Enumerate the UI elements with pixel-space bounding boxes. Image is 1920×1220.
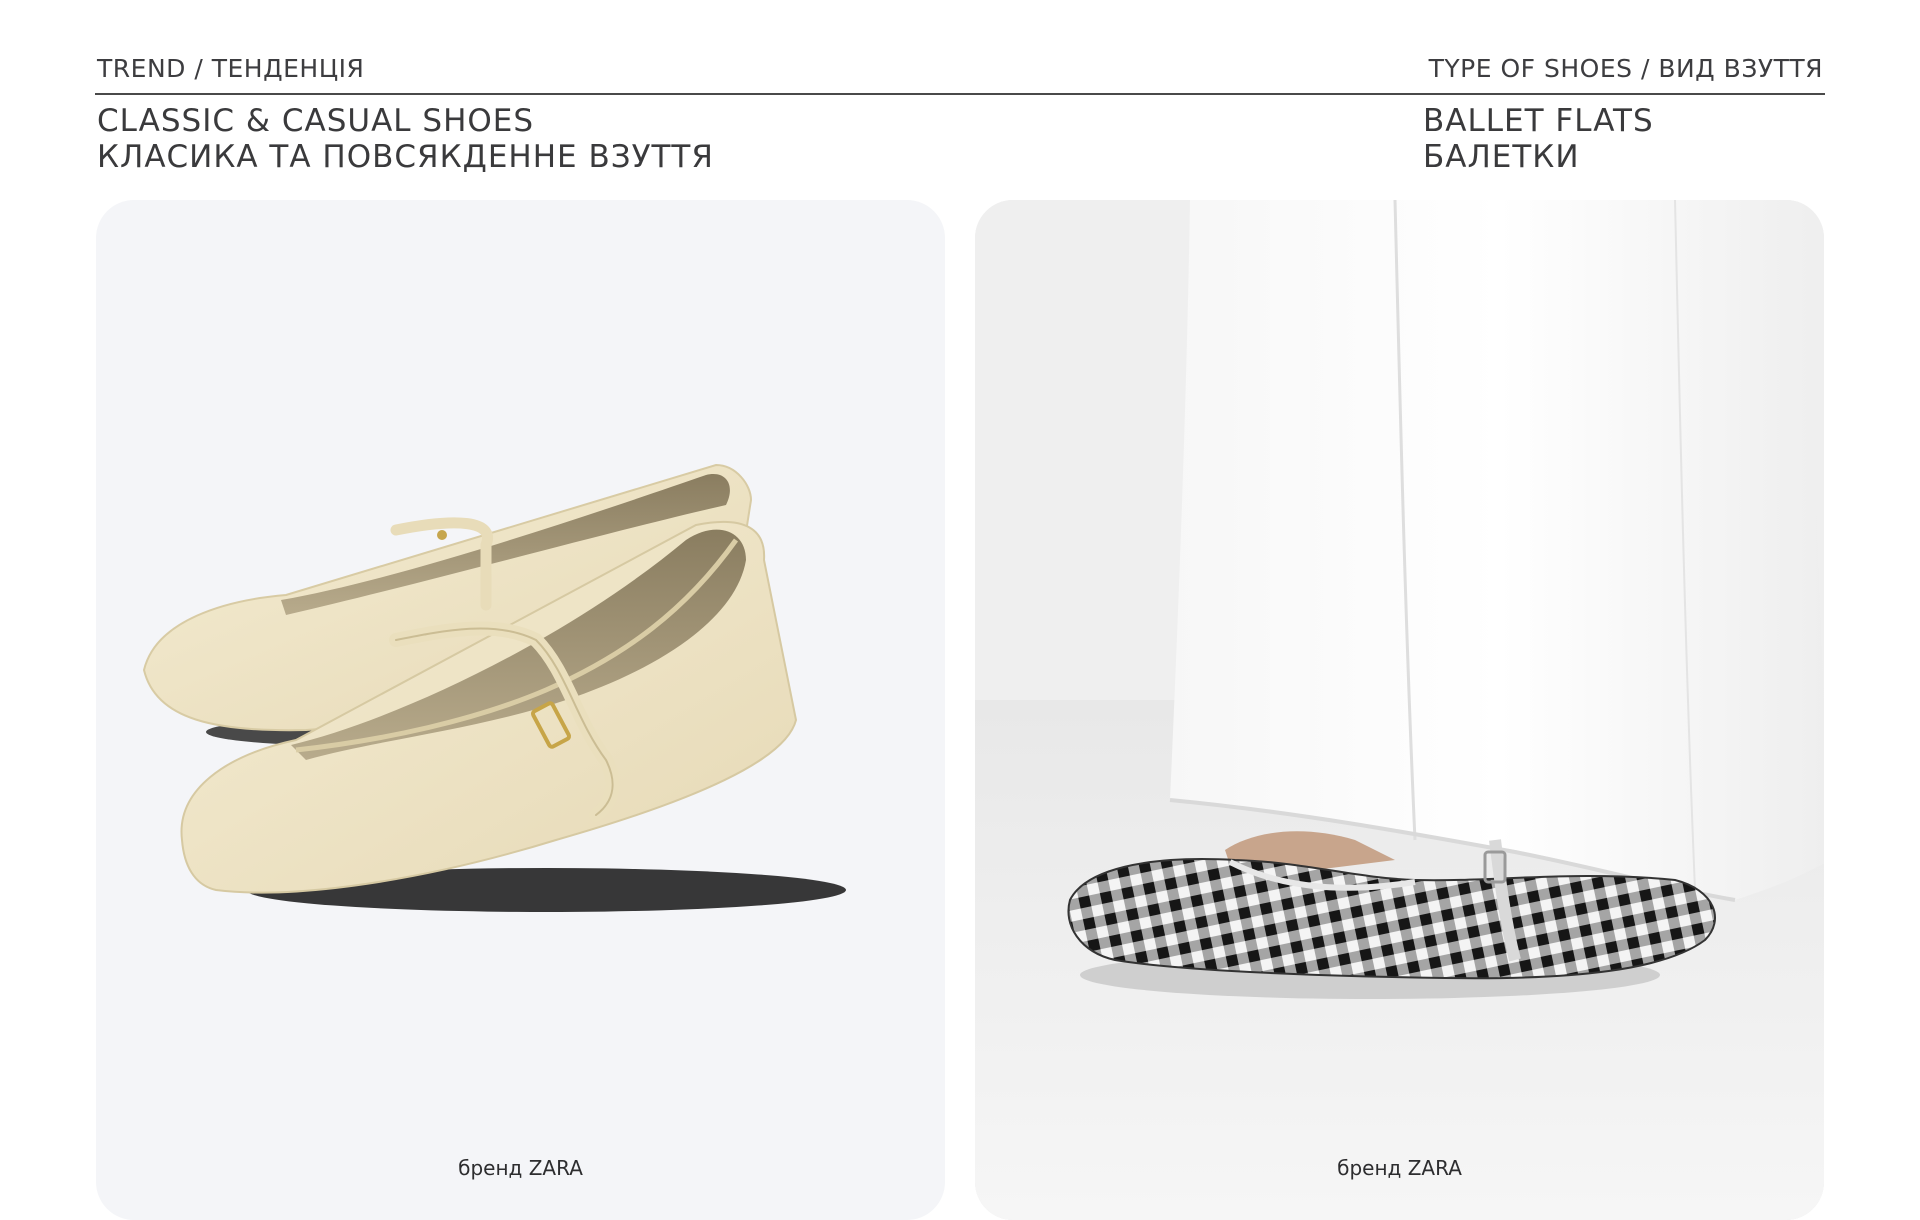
cream-ballet-flats-image [142, 463, 846, 912]
trend-title-en: CLASSIC & CASUAL SHOES [97, 103, 535, 139]
product-card-caption: бренд ZARA [458, 1156, 583, 1180]
product-card-caption: бренд ZARA [1337, 1156, 1462, 1180]
type-title-uk: БАЛЕТКИ [1423, 139, 1580, 175]
type-kicker: TYPE OF SHOES / ВИД ВЗУТТЯ [1428, 54, 1823, 83]
gingham-ballet-flat-image [975, 200, 1824, 1220]
type-title-en: BALLET FLATS [1423, 103, 1654, 139]
product-card-right: бренд ZARA [975, 200, 1824, 1220]
header-divider [95, 93, 1825, 95]
trend-title-uk: КЛАСИКА ТА ПОВСЯКДЕННЕ ВЗУТТЯ [97, 139, 714, 175]
trend-title: CLASSIC & CASUAL SHOES КЛАСИКА ТА ПОВСЯК… [97, 103, 714, 175]
product-card-left: бренд ZARA [96, 200, 945, 1220]
type-title: BALLET FLATS БАЛЕТКИ [1423, 103, 1654, 175]
trend-kicker: TREND / ТЕНДЕНЦІЯ [97, 54, 365, 83]
